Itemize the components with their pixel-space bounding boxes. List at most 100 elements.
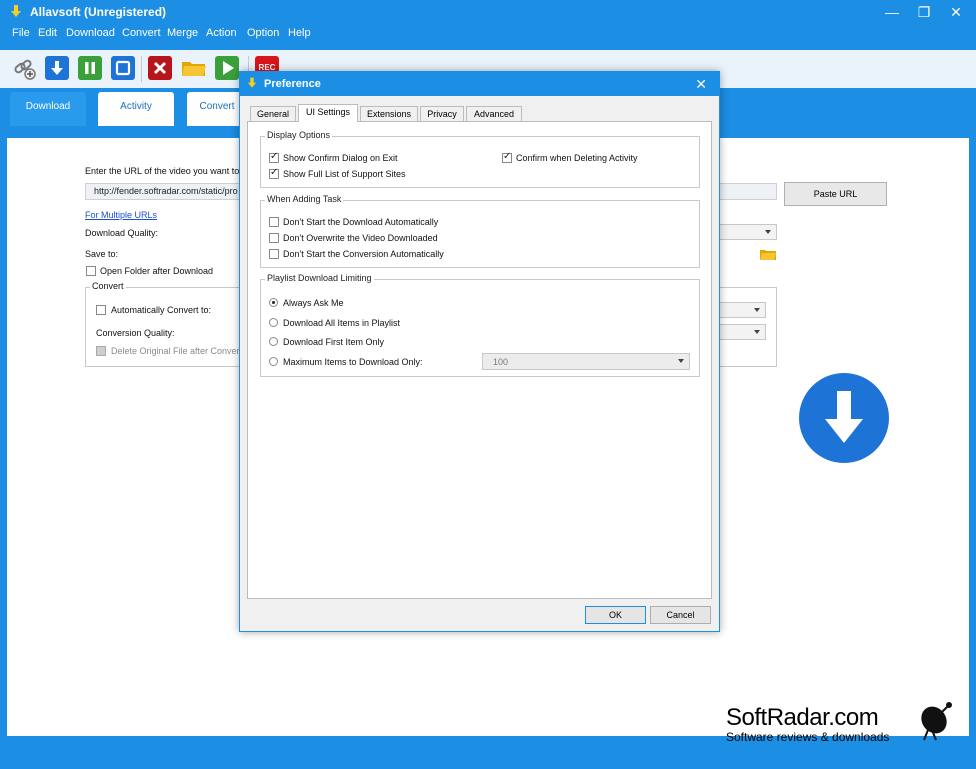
when-adding-task-group: When Adding Task Don't Start the Downloa…	[260, 194, 700, 268]
url-input-value: http://fender.softradar.com/static/pro	[94, 186, 238, 196]
delete-original-label: Delete Original File after Conversi	[111, 346, 247, 356]
ok-button[interactable]: OK	[585, 606, 646, 624]
stop-icon	[115, 60, 131, 76]
chevron-down-icon	[754, 308, 760, 312]
menu-help[interactable]: Help	[288, 27, 311, 39]
show-full-list-label: Show Full List of Support Sites	[283, 169, 406, 179]
show-full-list-checkbox[interactable]	[269, 167, 279, 179]
tab-advanced-label: Advanced	[473, 109, 515, 119]
dont-start-conversion-checkbox[interactable]	[269, 249, 279, 259]
minimize-button[interactable]: —	[884, 4, 900, 20]
save-to-label: Save to:	[85, 249, 119, 259]
dont-overwrite-checkbox[interactable]	[269, 233, 279, 243]
show-confirm-exit-checkbox[interactable]	[269, 151, 279, 163]
title-bar: Allavsoft (Unregistered) — ❐ ✕	[0, 0, 976, 24]
delete-original-checkbox[interactable]	[96, 346, 106, 356]
tab-convert-label: Convert	[199, 101, 235, 112]
tab-privacy-label: Privacy	[427, 109, 457, 119]
when-adding-task-title: When Adding Task	[265, 194, 344, 204]
app-logo-icon	[11, 5, 21, 17]
always-ask-radio[interactable]	[269, 298, 278, 307]
tab-download-label: Download	[25, 101, 71, 112]
playlist-limiting-title: Playlist Download Limiting	[265, 273, 374, 283]
tab-activity-label: Activity	[120, 101, 152, 112]
ui-settings-panel: Display Options Show Confirm Dialog on E…	[247, 121, 712, 599]
menu-merge[interactable]: Merge	[167, 27, 198, 39]
maximum-items-radio[interactable]	[269, 357, 278, 366]
chevron-down-icon	[754, 330, 760, 334]
display-options-title: Display Options	[265, 130, 333, 140]
multiple-urls-link[interactable]: For Multiple URLs	[85, 210, 157, 220]
start-download-button[interactable]	[799, 373, 889, 463]
menu-download[interactable]: Download	[66, 27, 115, 39]
chevron-down-icon	[765, 230, 771, 234]
delete-icon	[153, 61, 167, 75]
window-title: Allavsoft (Unregistered)	[30, 5, 167, 19]
auto-convert-checkbox[interactable]	[96, 305, 106, 315]
dont-start-download-label: Don't Start the Download Automatically	[283, 217, 439, 227]
tab-activity[interactable]: Activity	[98, 92, 174, 126]
download-arrow-icon	[825, 391, 863, 443]
tab-general-label: General	[256, 109, 290, 119]
cancel-button[interactable]: Cancel	[650, 606, 711, 624]
always-ask-label: Always Ask Me	[283, 298, 344, 308]
browse-folder-icon[interactable]	[760, 248, 776, 260]
show-confirm-exit-label: Show Confirm Dialog on Exit	[283, 153, 398, 163]
toolbar-separator	[141, 56, 142, 82]
tab-privacy[interactable]: Privacy	[420, 106, 464, 122]
pause-button[interactable]	[78, 56, 102, 80]
menu-convert[interactable]: Convert	[122, 27, 161, 39]
dialog-close-button[interactable]: ✕	[695, 76, 707, 93]
download-icon	[51, 61, 63, 75]
paste-url-label: Paste URL	[813, 189, 858, 199]
tab-download[interactable]: Download	[10, 92, 86, 126]
satellite-dish-icon	[921, 702, 952, 741]
menu-action[interactable]: Action	[206, 27, 237, 39]
download-button[interactable]	[45, 56, 69, 80]
menu-option[interactable]: Option	[247, 27, 279, 39]
playlist-limiting-group: Playlist Download Limiting Always Ask Me…	[260, 273, 700, 377]
stop-button[interactable]	[111, 56, 135, 80]
open-folder-button[interactable]	[181, 56, 206, 80]
maximum-items-value: 100	[493, 357, 509, 367]
softradar-watermark: SoftRadar.com Software reviews & downloa…	[726, 704, 889, 744]
app-window: Allavsoft (Unregistered) — ❐ ✕ File Edit…	[0, 0, 976, 769]
dont-start-download-checkbox[interactable]	[269, 217, 279, 227]
url-prompt-label: Enter the URL of the video you want to	[85, 166, 240, 176]
download-first-radio[interactable]	[269, 337, 278, 346]
dialog-title: Preference	[264, 78, 321, 90]
display-options-group: Display Options Show Confirm Dialog on E…	[260, 130, 700, 188]
preference-dialog: Preference ✕ General UI Settings Extensi…	[239, 71, 720, 632]
dont-start-conversion-label: Don't Start the Conversion Automatically	[283, 249, 444, 259]
convert-group-title: Convert	[90, 281, 126, 291]
folder-icon	[182, 62, 206, 76]
open-folder-label: Open Folder after Download	[100, 266, 214, 276]
paste-url-button[interactable]: Paste URL	[784, 182, 887, 206]
confirm-deleting-checkbox[interactable]	[502, 151, 512, 163]
confirm-deleting-label: Confirm when Deleting Activity	[516, 153, 638, 163]
dialog-title-bar: Preference ✕	[240, 72, 719, 96]
dont-overwrite-label: Don't Overwrite the Video Downloaded	[283, 233, 438, 243]
play-button[interactable]	[215, 56, 239, 80]
delete-button[interactable]	[148, 56, 172, 80]
tab-ui-settings-label: UI Settings	[305, 107, 351, 117]
maximize-button[interactable]: ❐	[916, 4, 932, 20]
download-all-radio[interactable]	[269, 318, 278, 327]
watermark-title: SoftRadar.com	[726, 704, 879, 731]
conversion-quality-label: Conversion Quality:	[96, 328, 175, 338]
paste-link-button[interactable]	[12, 56, 36, 80]
menu-file[interactable]: File	[12, 27, 30, 39]
maximum-items-select[interactable]: 100	[482, 353, 690, 370]
menu-edit[interactable]: Edit	[38, 27, 57, 39]
tab-ui-settings[interactable]: UI Settings	[298, 104, 358, 122]
tab-general[interactable]: General	[250, 106, 296, 122]
tab-advanced[interactable]: Advanced	[466, 106, 522, 122]
close-button[interactable]: ✕	[948, 4, 964, 20]
open-folder-checkbox[interactable]	[86, 266, 96, 276]
pause-icon	[85, 62, 95, 74]
download-first-label: Download First Item Only	[283, 337, 385, 347]
tab-convert[interactable]: Convert	[187, 92, 247, 126]
tab-extensions[interactable]: Extensions	[360, 106, 418, 122]
cancel-label: Cancel	[666, 610, 695, 620]
auto-convert-label: Automatically Convert to:	[111, 305, 212, 315]
